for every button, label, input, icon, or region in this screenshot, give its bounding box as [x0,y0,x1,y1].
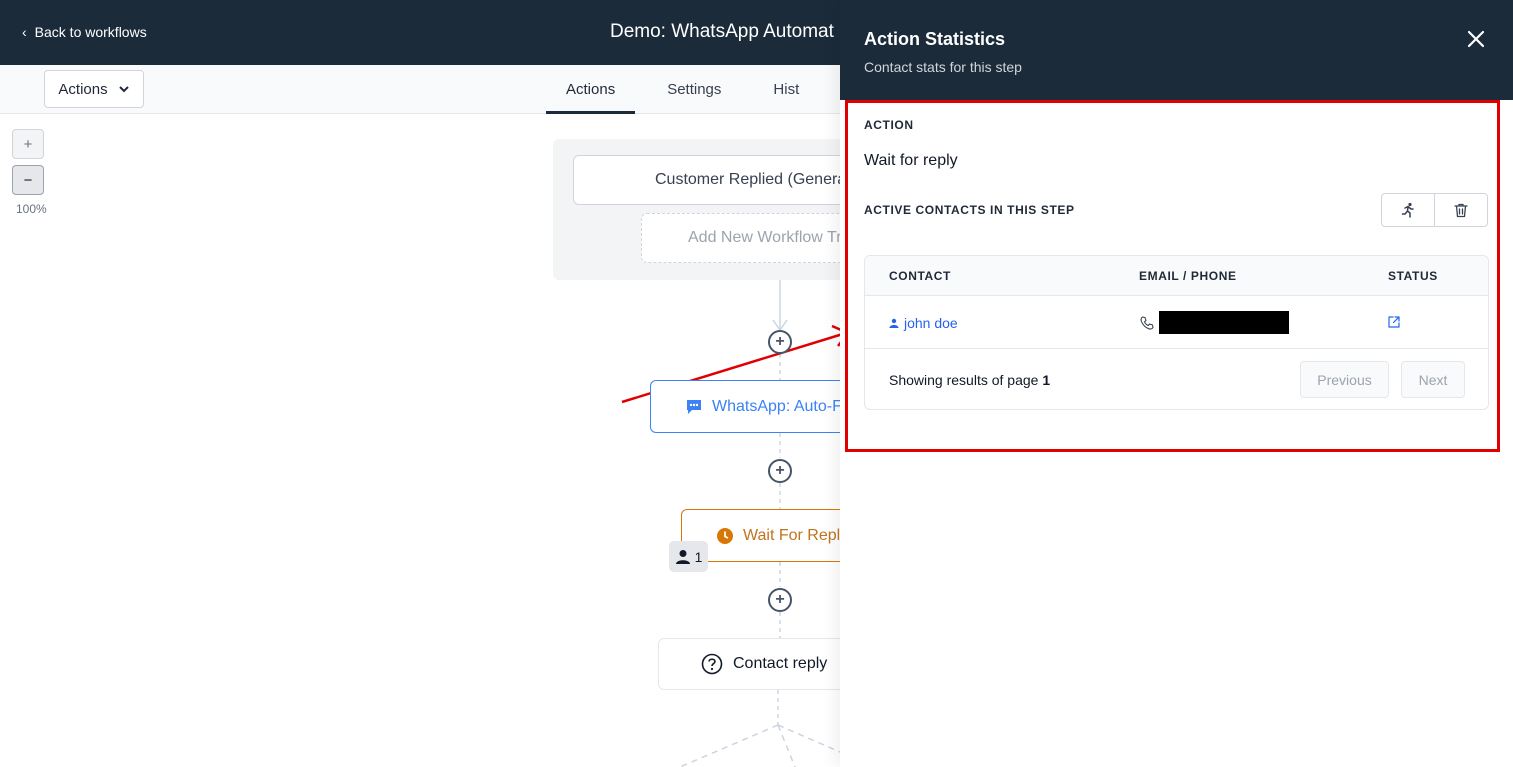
chat-bubble-icon [687,399,701,414]
action-section-label: ACTION [864,118,914,132]
workflow-tabs: Actions Settings Hist [546,65,831,114]
pagination-prefix: Showing results of page [889,372,1039,388]
column-header-status: STATUS [1388,269,1438,283]
active-contacts-label: ACTIVE CONTACTS IN THIS STEP [864,203,1075,217]
table-header: CONTACT EMAIL / PHONE STATUS [865,256,1488,296]
running-person-icon [1401,202,1414,218]
chevron-down-icon [118,86,129,93]
contact-actions-button-group [1381,193,1488,227]
chevron-left-icon: ‹ [22,24,27,40]
panel-header: Action Statistics Contact stats for this… [840,0,1513,100]
workflow-title: Demo: WhatsApp Automat [610,21,834,42]
question-circle-icon [701,653,723,675]
active-contacts-table: CONTACT EMAIL / PHONE STATUS john doe Sh… [864,255,1489,410]
external-link-icon[interactable] [1387,315,1401,329]
active-contact-count-badge[interactable]: 1 [669,541,708,572]
column-header-contact: CONTACT [889,269,951,283]
panel-subtitle: Contact stats for this step [864,59,1022,75]
panel-title: Action Statistics [864,29,1006,49]
zoom-in-button[interactable]: + [12,129,44,159]
whatsapp-step-card[interactable]: WhatsApp: Auto-F [650,380,870,433]
user-icon [889,318,899,328]
redacted-phone-number [1159,311,1289,334]
add-step-button[interactable]: + [768,459,792,483]
actions-dropdown-label: Actions [58,80,108,98]
phone-icon [1140,315,1154,330]
actions-dropdown[interactable]: Actions [44,70,144,108]
back-link-label: Back to workflows [34,24,147,40]
contact-link[interactable]: john doe [889,315,958,331]
previous-page-button[interactable]: Previous [1300,361,1389,398]
next-page-button[interactable]: Next [1401,361,1465,398]
tab-history[interactable]: Hist [753,65,819,113]
add-step-button[interactable]: + [768,330,792,354]
phone-cell [1139,311,1289,334]
whatsapp-step-label: WhatsApp: Auto-F [712,397,842,415]
wait-step-label: Wait For Reply [743,526,849,544]
condition-step-label: Contact reply [733,655,828,672]
table-row: john doe [865,296,1488,349]
close-icon[interactable] [1466,29,1486,49]
trash-icon [1454,203,1468,218]
add-step-button[interactable]: + [768,588,792,612]
table-pagination: Showing results of page 1 Previous Next [865,349,1488,409]
contact-name: john doe [904,315,958,331]
clock-icon [717,527,733,544]
tab-settings[interactable]: Settings [647,65,741,113]
remove-contacts-button[interactable] [1434,194,1487,226]
pagination-page-number: 1 [1042,372,1051,388]
action-value: Wait for reply [864,152,958,169]
tab-actions[interactable]: Actions [546,65,636,114]
trigger-card[interactable]: Customer Replied (Genera [573,155,863,205]
move-contacts-button[interactable] [1382,194,1434,226]
zoom-out-button[interactable]: − [12,165,44,195]
pagination-summary: Showing results of page 1 [889,372,1050,388]
zoom-level: 100% [16,202,47,216]
back-to-workflows-link[interactable]: ‹ Back to workflows [22,24,147,40]
contact-count: 1 [694,548,703,565]
add-workflow-trigger-button[interactable]: Add New Workflow Tr [641,213,861,263]
user-icon [675,549,690,564]
column-header-email-phone: EMAIL / PHONE [1139,269,1237,283]
